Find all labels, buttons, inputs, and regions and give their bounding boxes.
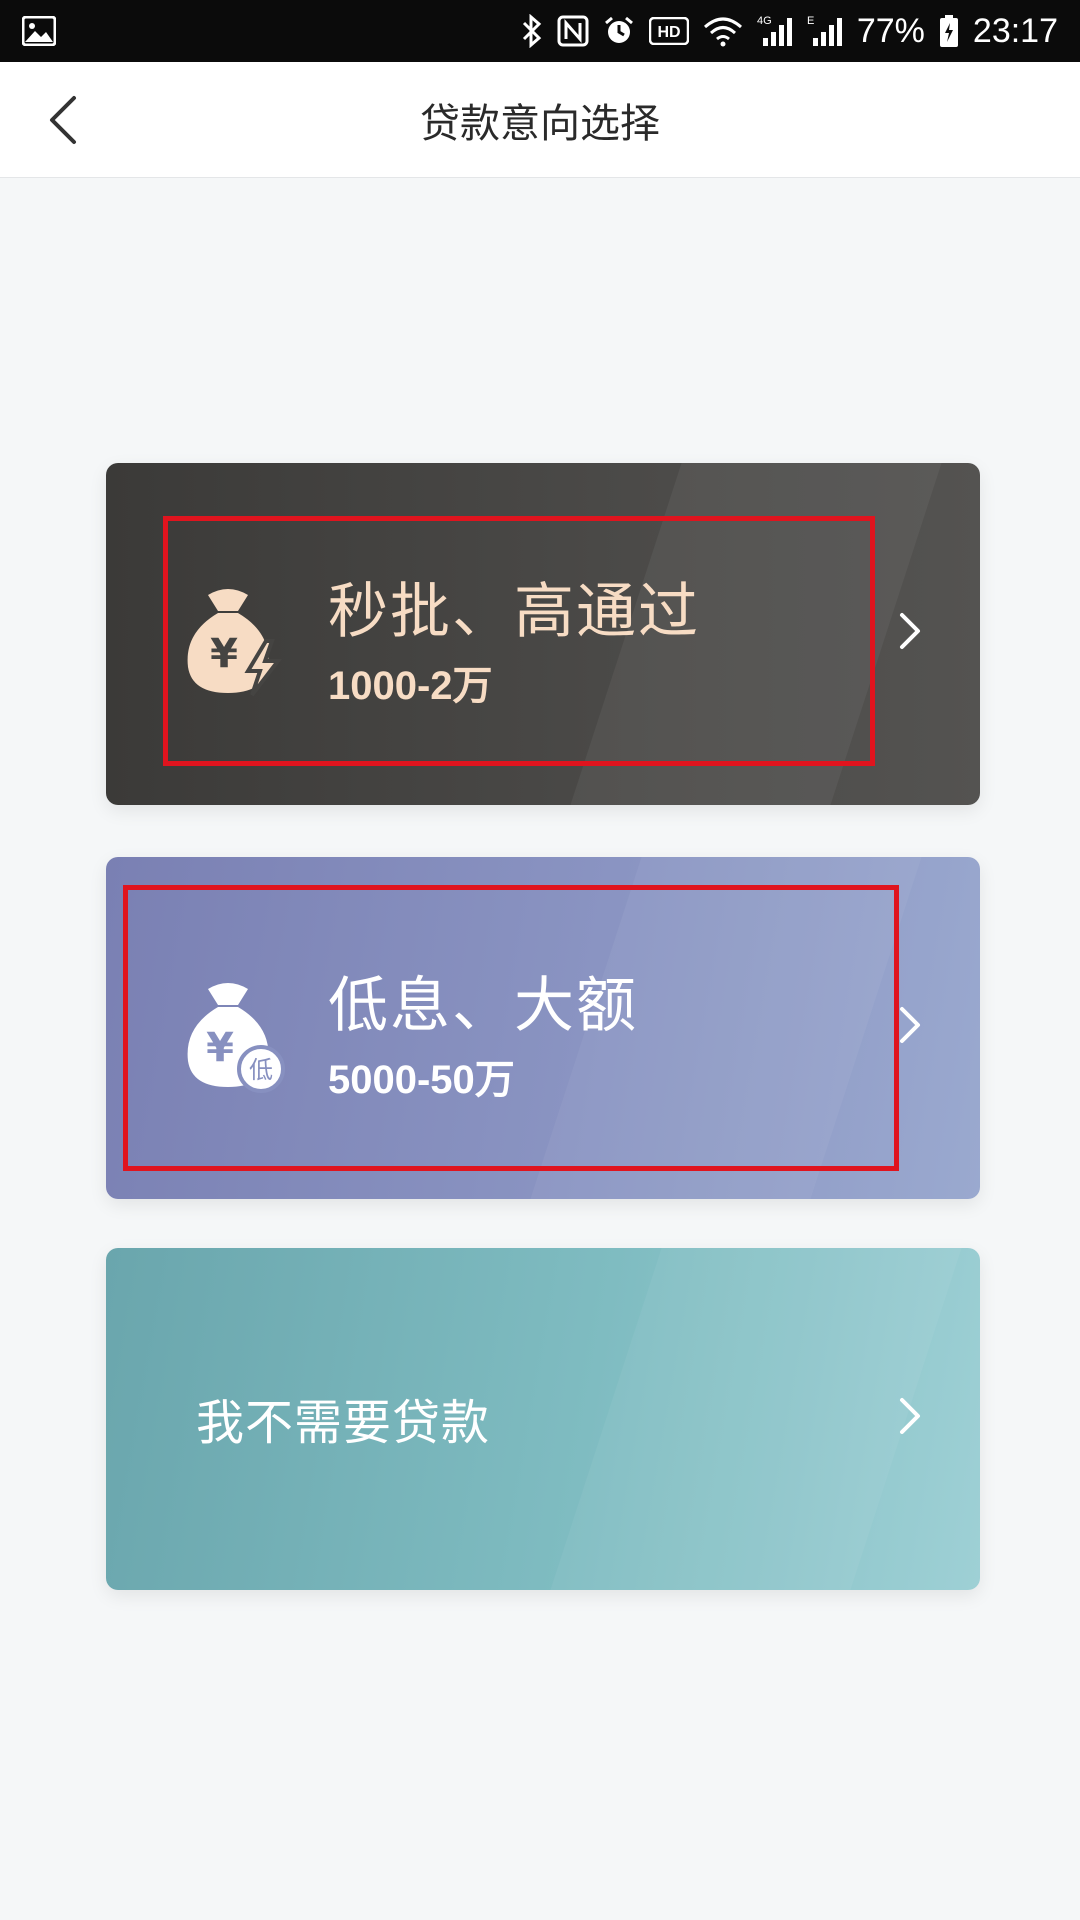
chevron-right-icon xyxy=(900,613,920,649)
option-amount-range: 1000-2万 xyxy=(328,664,493,708)
signal-icon-e: E xyxy=(807,14,843,48)
svg-text:¥: ¥ xyxy=(206,1025,234,1071)
battery-icon xyxy=(939,14,959,48)
status-right: HD 4G E 77% 23:17 xyxy=(521,12,1058,51)
option-card-low-interest[interactable]: ¥ 低 低息、大额 5000-50万 xyxy=(106,857,980,1199)
option-title: 秒批、高通过 xyxy=(328,577,700,647)
hd-icon: HD xyxy=(648,17,689,45)
option-card-quick-approval[interactable]: ¥ 秒批、高通过 1000-2万 xyxy=(106,463,980,805)
money-bag-lightning-icon: ¥ xyxy=(187,589,283,697)
status-bar: HD 4G E 77% 23:17 xyxy=(0,0,1080,62)
bluetooth-icon xyxy=(521,14,543,48)
gallery-icon xyxy=(22,16,56,46)
low-badge-text: 低 xyxy=(249,1056,273,1084)
chevron-right-icon xyxy=(900,1398,920,1434)
option-card-no-loan[interactable]: 我不需要贷款 xyxy=(106,1248,980,1590)
page-title: 贷款意向选择 xyxy=(420,101,660,147)
option-title: 我不需要贷款 xyxy=(196,1395,491,1451)
chevron-right-icon xyxy=(900,1007,920,1043)
status-left xyxy=(22,16,56,46)
hd-label: HD xyxy=(657,24,680,41)
nfc-icon xyxy=(557,15,589,47)
battery-percent: 77% xyxy=(856,11,925,50)
option-title: 低息、大额 xyxy=(328,971,638,1041)
money-bag-low-icon: ¥ 低 xyxy=(187,983,285,1093)
header: 贷款意向选择 xyxy=(0,62,1080,178)
network-4g-label: 4G xyxy=(757,15,772,27)
option-amount-range: 5000-50万 xyxy=(328,1058,515,1102)
alarm-icon xyxy=(603,15,635,47)
clock: 23:17 xyxy=(972,11,1058,50)
svg-text:¥: ¥ xyxy=(210,631,238,677)
wifi-icon xyxy=(703,15,743,47)
signal-icon-4g: 4G xyxy=(757,14,793,48)
network-e-label: E xyxy=(807,15,814,27)
